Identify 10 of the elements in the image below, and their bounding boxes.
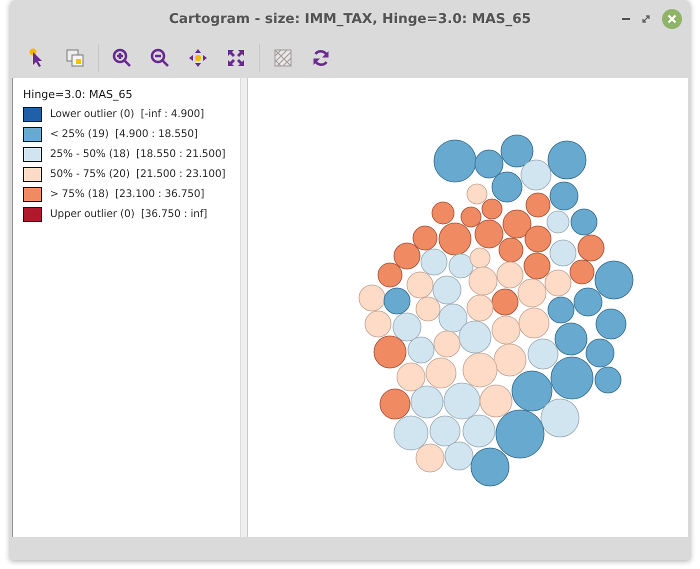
window-title: Cartogram - size: IMM_TAX, Hinge=3.0: MAS_65 — [169, 10, 531, 27]
maximize-icon[interactable] — [642, 15, 650, 23]
legend-label: > 75% (18) [23.100 : 36.750] — [50, 188, 204, 200]
legend-label: 50% - 75% (20) [21.500 : 23.100] — [50, 168, 226, 180]
splitter-handle[interactable] — [240, 78, 248, 538]
legend-label: < 25% (19) [4.900 : 18.550] — [50, 128, 198, 140]
legend-label: Lower outlier (0) [-inf : 4.900] — [50, 108, 204, 120]
legend-title: Hinge=3.0: MAS_65 — [23, 88, 134, 102]
legend-label: Upper outlier (0) [36.750 : inf] — [50, 208, 208, 220]
legend-label: 25% - 50% (18) [18.550 : 21.500] — [50, 148, 226, 160]
